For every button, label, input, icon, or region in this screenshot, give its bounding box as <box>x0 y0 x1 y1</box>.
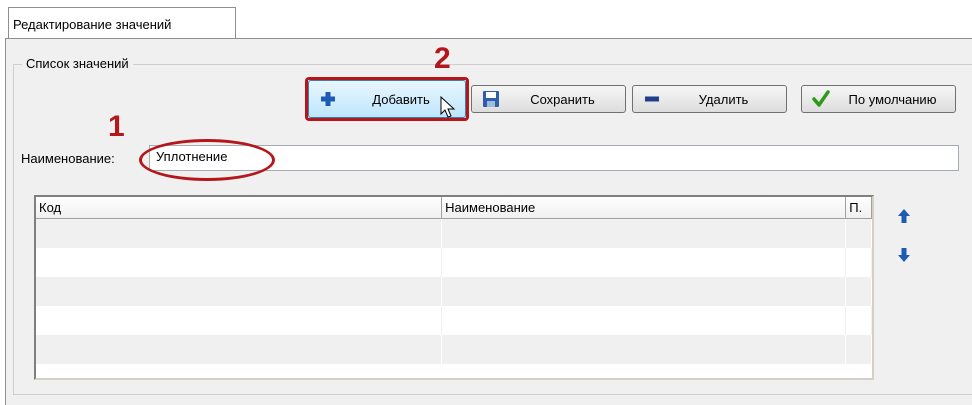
table-header: Код Наименование П. <box>36 197 872 219</box>
table-row[interactable] <box>36 306 872 335</box>
table-cell[interactable] <box>36 277 443 306</box>
table-row[interactable] <box>36 248 872 277</box>
tab-label: Редактирование значений <box>13 17 172 32</box>
callout-ellipse-name <box>139 139 275 181</box>
floppy-disk-icon <box>483 91 499 107</box>
save-button[interactable]: Сохранить <box>471 85 626 113</box>
values-table[interactable]: Код Наименование П. <box>34 195 874 380</box>
table-cell[interactable] <box>36 306 443 335</box>
table-cell[interactable] <box>846 306 872 335</box>
mouse-pointer-icon <box>440 96 456 118</box>
check-icon <box>812 90 830 107</box>
column-header-code[interactable]: Код <box>36 197 443 219</box>
move-up-button[interactable] <box>893 205 915 227</box>
arrow-down-icon <box>898 248 910 262</box>
table-cell[interactable] <box>442 277 847 306</box>
table-row[interactable] <box>36 277 872 306</box>
table-row[interactable] <box>36 219 872 248</box>
table-cell[interactable] <box>442 335 847 364</box>
table-cell[interactable] <box>846 335 872 364</box>
table-row[interactable] <box>36 335 872 364</box>
delete-button[interactable]: Удалить <box>632 85 787 113</box>
callout-number-2: 2 <box>434 42 451 75</box>
delete-button-label: Удалить <box>698 91 749 107</box>
table-cell[interactable] <box>36 248 443 277</box>
table-cell[interactable] <box>36 335 443 364</box>
arrow-up-icon <box>898 209 910 223</box>
table-cell[interactable] <box>442 248 847 277</box>
callout-number-1: 1 <box>108 110 125 143</box>
default-button[interactable]: По умолчанию <box>801 85 956 113</box>
name-label: Наименование: <box>21 151 115 166</box>
default-button-label: По умолчанию <box>848 91 937 107</box>
table-cell[interactable] <box>846 219 872 248</box>
table-body <box>36 219 872 364</box>
table-cell[interactable] <box>846 277 872 306</box>
table-cell[interactable] <box>442 306 847 335</box>
column-header-name[interactable]: Наименование <box>442 197 847 219</box>
save-button-label: Сохранить <box>530 91 595 107</box>
column-header-p[interactable]: П. <box>846 197 872 219</box>
group-legend: Список значений <box>22 56 133 71</box>
table-cell[interactable] <box>36 219 443 248</box>
table-cell[interactable] <box>442 219 847 248</box>
tab-edit-values[interactable]: Редактирование значений <box>8 7 236 40</box>
table-cell[interactable] <box>846 248 872 277</box>
move-down-button[interactable] <box>893 244 915 266</box>
minus-icon <box>645 96 659 102</box>
